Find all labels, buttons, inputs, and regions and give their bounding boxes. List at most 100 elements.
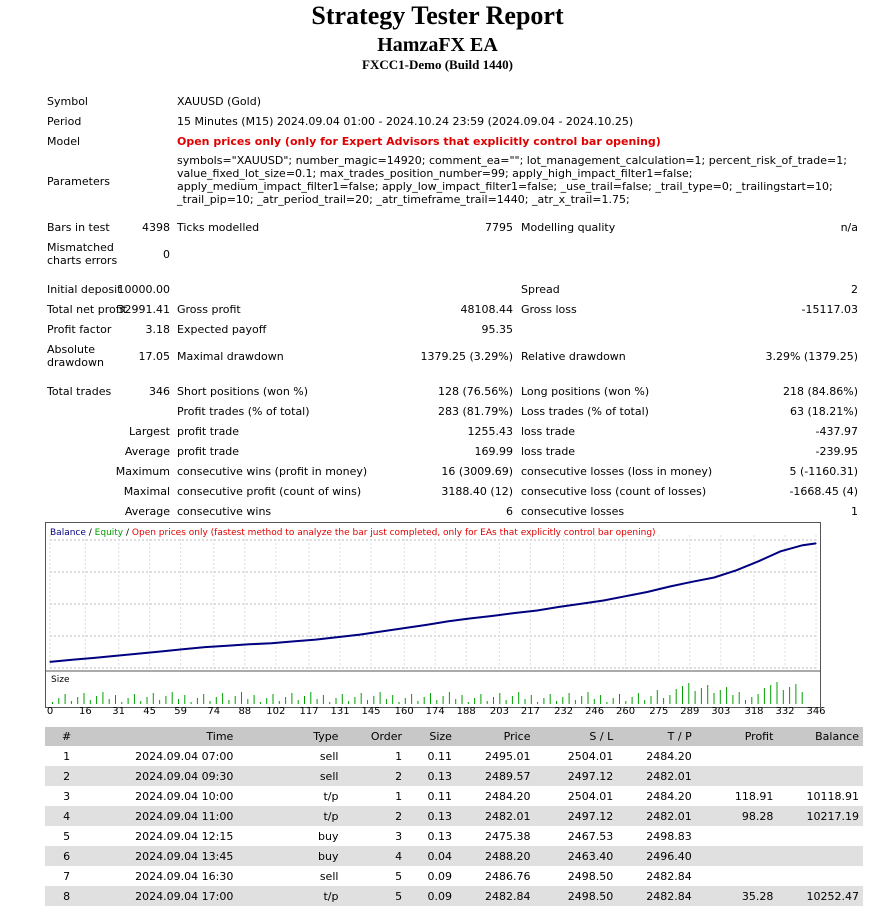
size-bar xyxy=(499,693,501,704)
table-cell: t/p xyxy=(237,806,343,826)
size-bar xyxy=(329,702,331,704)
size-bar xyxy=(165,696,167,704)
table-cell: 2498.83 xyxy=(646,829,692,843)
cons-profit-label: consecutive profit (count of wins) xyxy=(177,485,362,498)
gross-loss-value: -15117.03 xyxy=(801,303,858,316)
size-bar xyxy=(436,700,438,704)
server-build: FXCC1-Demo (Build 1440) xyxy=(362,57,513,72)
size-bar xyxy=(322,695,324,704)
size-bar xyxy=(64,694,66,704)
table-cell: 2484.20 xyxy=(484,789,531,803)
table-cell: 2497.12 xyxy=(534,766,618,786)
size-bar xyxy=(644,700,646,704)
size-bar xyxy=(461,695,463,704)
balance-point xyxy=(470,617,472,620)
x-tick-label: 0 xyxy=(46,706,54,717)
table-cell: 2498.50 xyxy=(534,886,618,906)
size-bar xyxy=(430,693,431,704)
size-bar xyxy=(102,692,104,704)
gross-profit-label: Gross profit xyxy=(177,303,241,316)
table-cell: 2488.20 xyxy=(455,846,535,866)
size-bar xyxy=(480,694,482,704)
symbol-label: Symbol xyxy=(47,95,88,108)
size-bar xyxy=(121,702,123,704)
size-bar xyxy=(801,692,803,704)
chart-legend: Balance / Equity / Open prices only (fas… xyxy=(50,528,656,539)
size-bar xyxy=(278,701,280,704)
table-cell: 1 xyxy=(395,789,403,803)
size-bar xyxy=(448,692,450,704)
table-cell xyxy=(777,746,863,766)
size-bar xyxy=(663,698,665,704)
table-cell: 2024.09.04 09:30 xyxy=(88,766,238,786)
table-row: 4 2024.09.04 11:00 t/p 2 0.13 2482.01 2497.12 2… xyxy=(45,806,863,826)
table-cell: 1 xyxy=(63,749,71,763)
max-cons-wins-value: 16 (3009.69) xyxy=(441,465,513,478)
size-bar xyxy=(215,697,217,704)
balance-point xyxy=(713,576,715,579)
table-row: 1 2024.09.04 07:00 sell 1 0.11 2495.01 2504.01… xyxy=(45,746,863,766)
size-bar xyxy=(190,702,192,704)
deals-header-cell: Size xyxy=(406,727,456,746)
balance-point xyxy=(403,627,405,629)
size-bar xyxy=(518,692,520,704)
balance-line xyxy=(49,542,817,663)
balance-point xyxy=(137,653,140,655)
balance-point xyxy=(71,659,73,661)
size-bar xyxy=(367,700,368,704)
table-cell: 0.13 xyxy=(406,806,456,826)
table-cell: 2497.12 xyxy=(534,806,618,826)
abs-drawdown-value: 17.05 xyxy=(138,350,171,363)
x-tick-label: 45 xyxy=(143,706,156,717)
size-bar xyxy=(411,694,413,704)
max-drawdown-value: 1379.25 (3.29%) xyxy=(420,350,513,363)
long-positions-value: 218 (84.86%) xyxy=(782,385,858,398)
total-trades-label: Total trades xyxy=(47,385,112,398)
maximal-label: Maximal xyxy=(123,485,170,498)
profit-trades-label: Profit trades (% of total) xyxy=(177,405,310,418)
max-cons-losses-value: 5 (-1160.31) xyxy=(789,465,858,478)
size-bar xyxy=(789,687,791,704)
size-bar xyxy=(537,702,539,704)
average-label: Average xyxy=(124,445,170,458)
size-bar xyxy=(637,693,639,704)
x-tick-label: 217 xyxy=(520,706,540,717)
balance-chart: 439463503226119172068292 Balance / Equit… xyxy=(45,522,851,708)
x-tick-label: 260 xyxy=(616,706,636,717)
size-label: Size xyxy=(51,675,70,685)
balance-point xyxy=(381,630,383,632)
x-axis: 0 16 31 45 59 74 88 102 117 131 145 160 174 188 203 217… xyxy=(45,706,826,720)
x-tick-label: 232 xyxy=(554,706,574,717)
rel-drawdown-label: Relative drawdown xyxy=(521,350,626,363)
table-cell: 8 xyxy=(45,886,89,906)
mismatch-label-1: Mismatched xyxy=(47,241,114,254)
size-bar xyxy=(751,697,753,704)
size-bar xyxy=(524,699,526,704)
size-bar xyxy=(209,701,211,704)
table-cell: 10217.19 xyxy=(777,806,863,826)
size-bar xyxy=(83,693,85,704)
size-bar xyxy=(442,696,444,704)
size-bar xyxy=(493,697,494,704)
size-bar xyxy=(707,685,709,704)
average2-label: Average xyxy=(124,505,170,518)
size-bar xyxy=(310,692,312,704)
deals-header-cell: Balance xyxy=(777,727,863,746)
gross-loss-label: Gross loss xyxy=(521,303,577,316)
deals-body: 1 2024.09.04 07:00 sell 1 0.11 2495.01 2504.01… xyxy=(45,746,863,906)
loss-trades-value: 63 (18.21%) xyxy=(789,405,858,418)
size-bar xyxy=(581,696,583,704)
balance-point xyxy=(735,569,737,571)
deposit-value: 10000.00 xyxy=(117,283,171,296)
table-cell: 118.91 xyxy=(734,789,774,803)
size-bar xyxy=(556,701,557,704)
x-tick-label: 131 xyxy=(330,706,350,717)
table-cell: buy xyxy=(237,846,343,866)
deals-table: # Time Type Order Size Price S / LT / P Profit B… xyxy=(45,727,863,906)
size-bar xyxy=(543,698,545,704)
table-cell: 2486.76 xyxy=(484,869,531,883)
x-tick-label: 303 xyxy=(711,706,731,717)
size-bar xyxy=(593,699,595,704)
size-bar xyxy=(511,696,513,704)
loss-trades-label: Loss trades (% of total) xyxy=(521,405,649,418)
